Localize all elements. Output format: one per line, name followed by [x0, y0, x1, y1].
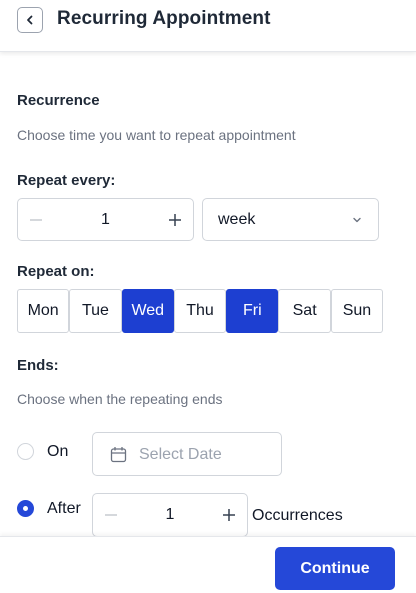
- day-mon-button[interactable]: Mon: [17, 289, 70, 333]
- day-fri-button[interactable]: Fri: [226, 289, 279, 333]
- recurrence-heading: Recurrence: [17, 92, 100, 109]
- plus-icon: [223, 509, 235, 521]
- repeat-every-value[interactable]: 1: [54, 199, 157, 240]
- back-button[interactable]: [17, 7, 43, 33]
- ends-label: Ends:: [17, 357, 59, 374]
- repeat-unit-value: week: [218, 211, 256, 228]
- day-sun-button[interactable]: Sun: [330, 289, 384, 333]
- footer-bar: Continue: [0, 536, 416, 593]
- plus-icon: [169, 213, 181, 226]
- chevron-down-icon: [353, 217, 361, 223]
- weekday-selector: Mon Tue Wed Thu Fri Sat Sun: [17, 289, 384, 333]
- ends-after-label: After: [47, 500, 81, 517]
- occurrences-value[interactable]: 1: [129, 494, 211, 536]
- day-sat-button[interactable]: Sat: [278, 289, 331, 333]
- ends-after-radio[interactable]: [17, 500, 34, 517]
- occurrences-increment-button[interactable]: [211, 494, 247, 536]
- day-wed-button[interactable]: Wed: [121, 289, 174, 333]
- repeat-on-label: Repeat on:: [17, 263, 95, 280]
- ends-description: Choose when the repeating ends: [17, 391, 223, 407]
- occurrences-stepper: 1: [92, 493, 248, 537]
- repeat-unit-select[interactable]: week: [202, 198, 379, 241]
- ends-on-radio[interactable]: [17, 443, 34, 460]
- continue-button[interactable]: Continue: [275, 547, 395, 590]
- decrement-button[interactable]: [18, 199, 54, 240]
- chevron-left-icon: [27, 15, 33, 25]
- minus-icon: [30, 218, 42, 221]
- repeat-every-label: Repeat every:: [17, 172, 116, 189]
- repeat-every-stepper: 1: [17, 198, 194, 241]
- recurrence-description: Choose time you want to repeat appointme…: [17, 127, 296, 143]
- occurrences-label: Occurrences: [252, 507, 343, 524]
- day-thu-button[interactable]: Thu: [173, 289, 227, 333]
- minus-icon: [105, 514, 117, 516]
- increment-button[interactable]: [157, 199, 193, 240]
- date-placeholder: Select Date: [139, 446, 222, 463]
- header-bar: Recurring Appointment: [0, 0, 416, 52]
- calendar-icon: [110, 447, 127, 463]
- end-date-input[interactable]: Select Date: [92, 432, 282, 476]
- ends-on-label: On: [47, 443, 69, 460]
- occurrences-decrement-button[interactable]: [93, 494, 129, 536]
- page-title: Recurring Appointment: [57, 8, 271, 29]
- day-tue-button[interactable]: Tue: [69, 289, 122, 333]
